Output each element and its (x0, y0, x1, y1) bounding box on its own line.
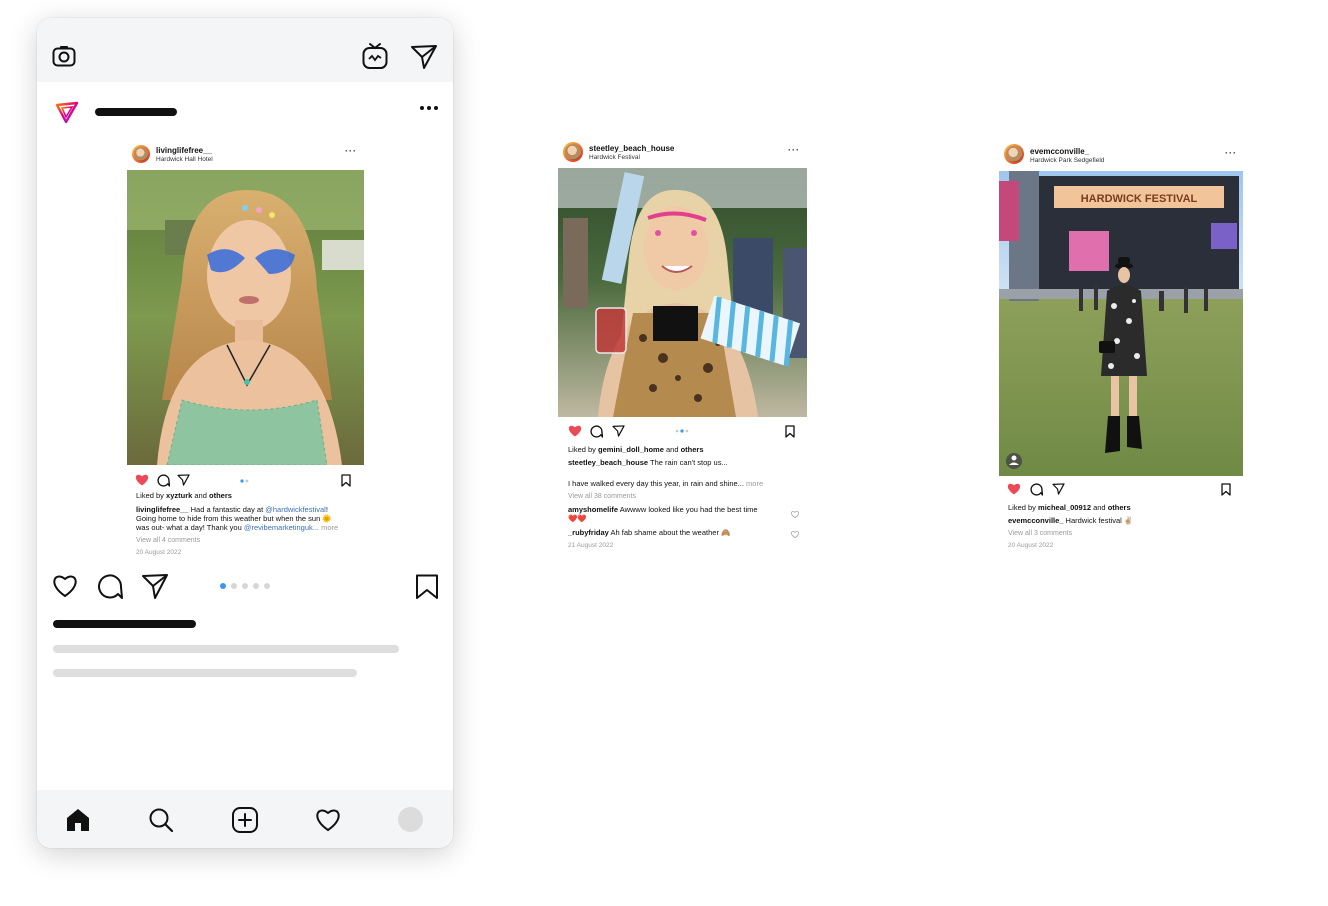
avatar[interactable] (1004, 144, 1024, 164)
more-link[interactable]: more (321, 523, 338, 532)
carousel-dots (240, 479, 252, 483)
more-link[interactable]: more (746, 479, 763, 488)
search-icon[interactable] (148, 807, 174, 833)
post-card-2: steetley_beach_house Hardwick Festival ·… (558, 141, 808, 553)
avatar[interactable] (563, 142, 583, 162)
liked-by-line: Liked by micheal_00912 and others (1008, 503, 1131, 512)
like-heart-icon[interactable] (135, 474, 149, 486)
view-comments-link[interactable]: View all 38 comments (568, 492, 636, 502)
phone-top-bar (37, 18, 453, 82)
profile-avatar[interactable] (398, 807, 423, 832)
more-options-icon[interactable] (419, 104, 439, 112)
stage-banner-text: HARDWICK FESTIVAL (1081, 193, 1198, 205)
caption-line-2: I have walked every day this year, in ra… (568, 479, 764, 488)
comment-2: _rubyfriday Ah fab shame about the weath… (568, 528, 731, 537)
save-bookmark-icon[interactable] (785, 425, 795, 438)
liked-by-user[interactable]: micheal_00912 (1038, 503, 1091, 512)
view-comments-link[interactable]: View all 4 comments (136, 536, 200, 546)
post-card-3: evemcconville_ Hardwick Park Sedgefield … (999, 143, 1245, 555)
post-date: 20 August 2022 (136, 549, 182, 556)
caption-line-3: was out- what a day! Thank you @revibema… (136, 523, 339, 532)
post-location[interactable]: Hardwick Park Sedgefield (1030, 157, 1104, 164)
like-heart-icon[interactable] (1007, 483, 1021, 495)
liked-by-user[interactable]: gemini_doll_home (598, 445, 664, 454)
post-card-1: livinglifefree__ Hardwick Hall Hotel ··· (127, 144, 367, 556)
post-more-icon[interactable]: ··· (1225, 148, 1237, 158)
mention-link[interactable]: @revibemarketinguk... (244, 523, 319, 532)
share-icon[interactable] (612, 425, 625, 437)
post-photo[interactable] (127, 170, 364, 465)
post-location[interactable]: Hardwick Festival (589, 154, 640, 161)
post-date: 21 August 2022 (568, 542, 614, 549)
save-bookmark-icon[interactable] (341, 474, 351, 487)
comment-icon[interactable] (590, 425, 603, 438)
phone-carousel-dots (219, 582, 271, 590)
brand-logo-icon (54, 99, 80, 125)
post-photo[interactable]: HARDWICK FESTIVAL (999, 171, 1243, 476)
phone-save-icon[interactable] (415, 574, 439, 600)
camera-icon[interactable] (52, 45, 76, 67)
home-icon[interactable] (65, 807, 91, 833)
caption-line-1: evemcconville_ Hardwick festival ✌🏼 (1008, 516, 1134, 525)
phone-like-icon[interactable] (52, 574, 78, 598)
comment-1-emoji: ❤️❤️ (568, 514, 587, 523)
comment-icon[interactable] (1030, 483, 1043, 496)
comment-like-icon[interactable] (791, 511, 799, 518)
igtv-icon[interactable] (362, 42, 388, 70)
post-photo[interactable] (558, 168, 807, 417)
phone-share-icon[interactable] (141, 573, 169, 600)
post-more-icon[interactable]: ··· (345, 146, 357, 156)
caption-line-1: steetley_beach_house The rain can't stop… (568, 458, 728, 467)
liked-by-line: Liked by gemini_doll_home and others (568, 445, 704, 454)
share-icon[interactable] (177, 474, 190, 486)
phone-mockup: livinglifefree__ Hardwick Hall Hotel ··· (37, 18, 453, 848)
liked-by-line: Liked by xyzturk and others (136, 491, 232, 500)
post-date: 20 August 2022 (1008, 542, 1054, 549)
caption-placeholder-bar-2 (53, 669, 357, 677)
post-location[interactable]: Hardwick Hall Hotel (156, 156, 213, 163)
post-more-icon[interactable]: ··· (788, 145, 800, 155)
comment-like-icon[interactable] (791, 531, 799, 538)
post-username[interactable]: evemcconville_ (1030, 147, 1089, 156)
share-icon[interactable] (1052, 483, 1065, 495)
comment-1: amyshomelife Awwww looked like you had t… (568, 505, 758, 514)
phone-comment-icon[interactable] (97, 574, 123, 600)
mention-link[interactable]: @hardwickfestival (265, 505, 326, 514)
like-heart-icon[interactable] (568, 425, 582, 437)
comment-icon[interactable] (157, 474, 170, 487)
avatar[interactable] (132, 145, 150, 163)
likes-placeholder-bar (53, 620, 196, 628)
direct-send-icon[interactable] (410, 44, 438, 70)
view-comments-link[interactable]: View all 3 comments (1008, 529, 1072, 539)
liked-by-user[interactable]: xyzturk (166, 491, 192, 500)
new-post-icon[interactable] (231, 806, 259, 834)
save-bookmark-icon[interactable] (1221, 483, 1231, 496)
username-placeholder-bar (95, 108, 177, 116)
post-username[interactable]: steetley_beach_house (589, 144, 674, 153)
post-username[interactable]: livinglifefree__ (156, 146, 212, 155)
caption-placeholder-bar-1 (53, 645, 399, 653)
carousel-dots (675, 429, 691, 433)
activity-heart-icon[interactable] (314, 808, 342, 832)
